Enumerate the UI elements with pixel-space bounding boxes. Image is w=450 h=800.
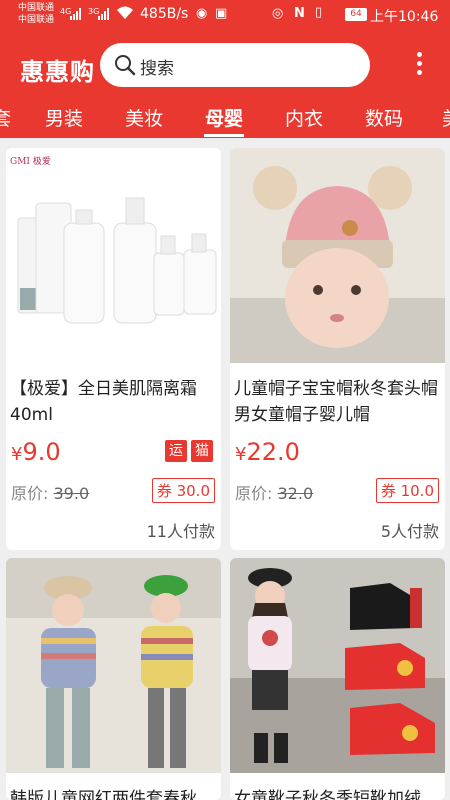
nfc-icon: N (294, 6, 305, 21)
tab-partial-left[interactable]: 套 (0, 104, 11, 131)
price-value: 22.0 (246, 438, 300, 466)
currency-symbol: ¥ (11, 444, 23, 465)
carrier-2: 中国联通 (18, 15, 55, 25)
coupon-badge[interactable]: 券 10.0 (375, 478, 439, 503)
product-card[interactable]: 女童靴子秋冬季短靴加绒 (230, 558, 445, 800)
product-card[interactable]: GMI 极爱 【极爱】全日美肌隔离霜40ml ¥9.0 运猫 原价: 39.0 … (6, 148, 221, 550)
active-tab-indicator (204, 134, 244, 137)
tag-shipping: 运 (165, 440, 187, 462)
app-header: 惠惠购 搜索 (0, 30, 450, 100)
original-price-value: 39.0 (53, 484, 90, 503)
app-notification-icon: ◉ (196, 6, 208, 21)
search-placeholder: 搜索 (140, 59, 174, 79)
shipping-tags: 运猫 (161, 440, 213, 462)
signal-bars-icon (70, 8, 81, 20)
image-notification-icon: ▣ (215, 6, 228, 21)
product-image (230, 558, 445, 773)
product-image (230, 148, 445, 363)
original-price-value: 32.0 (277, 484, 314, 503)
original-price: 原价: 39.0 (11, 480, 89, 504)
carrier-1: 中国联通 (18, 3, 55, 13)
tab-digital[interactable]: 数码 (365, 104, 403, 131)
network-speed: 485B/s (140, 6, 189, 22)
product-title: 韩版儿童网红两件套春秋 (10, 789, 197, 800)
clock: 上午10:46 (370, 9, 439, 25)
search-input[interactable]: 搜索 (100, 43, 370, 87)
product-title: 女童靴子秋冬季短靴加绒 (234, 789, 421, 800)
product-title: 【极爱】全日美肌隔离霜40ml (10, 379, 197, 425)
price-value: 9.0 (22, 438, 61, 466)
coupon-badge[interactable]: 券 30.0 (151, 478, 215, 503)
product-card[interactable]: 儿童帽子宝宝帽秋冬套头帽男女童帽子婴儿帽 ¥22.0 原价: 32.0 券 10… (230, 148, 445, 550)
tab-mother-baby[interactable]: 母婴 (205, 104, 243, 131)
category-tabs: 套 男装 美妆 母婴 内衣 数码 美 (0, 100, 450, 138)
product-title: 儿童帽子宝宝帽秋冬套头帽男女童帽子婴儿帽 (234, 379, 438, 425)
eye-icon: ◎ (272, 6, 284, 21)
product-image (6, 558, 221, 773)
tab-beauty[interactable]: 美妆 (125, 104, 163, 131)
product-price: ¥9.0 (11, 438, 61, 466)
tab-menswear[interactable]: 男装 (45, 104, 83, 131)
status-bar: 中国联通 中国联通 4G 3G 485B/s ◉ ▣ ◎ N ▯ 64 上午10… (0, 0, 450, 30)
original-price-label: 原价: (11, 484, 49, 503)
app-title: 惠惠购 (20, 58, 95, 86)
paid-count: 11人付款 (146, 522, 215, 541)
signal-bars-icon (98, 8, 109, 20)
paid-count: 5人付款 (380, 522, 439, 541)
brand-logo: GMI 极爱 (10, 155, 51, 167)
original-price: 原价: 32.0 (235, 480, 313, 504)
vibrate-icon: ▯ (315, 5, 323, 20)
product-image: GMI 极爱 (6, 148, 221, 363)
original-price-label: 原价: (235, 484, 273, 503)
battery-icon: 64 (345, 8, 367, 21)
product-card[interactable]: 韩版儿童网红两件套春秋 (6, 558, 221, 800)
tag-tmall: 猫 (191, 440, 213, 462)
tab-partial-right[interactable]: 美 (442, 104, 450, 131)
tab-underwear[interactable]: 内衣 (285, 104, 323, 131)
currency-symbol: ¥ (235, 444, 247, 465)
product-price: ¥22.0 (235, 438, 300, 466)
more-menu-icon[interactable] (412, 52, 426, 78)
wifi-icon (117, 6, 133, 19)
search-icon (115, 55, 136, 76)
